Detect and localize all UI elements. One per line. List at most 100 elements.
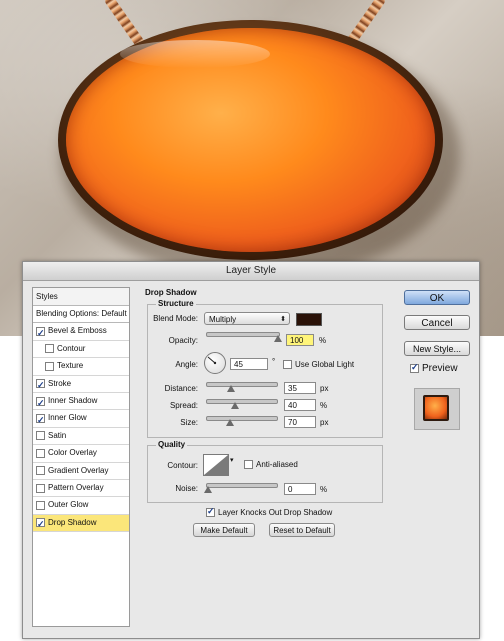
size-field[interactable]: 70: [284, 416, 316, 428]
make-default-button[interactable]: Make Default: [193, 523, 255, 537]
style-item-label: Drop Shadow: [48, 517, 97, 527]
style-item-label: Satin: [48, 430, 67, 440]
style-item-checkbox[interactable]: [45, 344, 54, 354]
contour-label: Contour:: [167, 461, 198, 470]
anti-aliased[interactable]: Anti-aliased: [244, 460, 298, 469]
blend-mode-label: Blend Mode:: [153, 314, 198, 323]
blend-mode-value: Multiply: [209, 315, 237, 324]
style-item-checkbox[interactable]: [36, 431, 45, 441]
style-item-checkbox[interactable]: [36, 325, 45, 341]
spread-slider[interactable]: [206, 399, 278, 404]
style-item-outer-glow[interactable]: Outer Glow: [33, 497, 129, 515]
blending-options-item[interactable]: Blending Options: Default: [33, 306, 129, 324]
chevron-down-icon[interactable]: ▾: [230, 456, 234, 464]
angle-dial[interactable]: [204, 352, 226, 374]
blend-mode-select[interactable]: Multiply ⬍: [204, 312, 290, 325]
style-item-label: Outer Glow: [48, 500, 89, 510]
linear-contour-icon: [204, 455, 228, 475]
preview-checkbox[interactable]: [410, 362, 419, 373]
style-preview-swatch: [423, 395, 449, 421]
angle-field[interactable]: 45: [230, 358, 268, 370]
distance-label: Distance:: [164, 384, 198, 393]
pendant-highlight: [120, 40, 270, 68]
style-item-pattern-overlay[interactable]: Pattern Overlay: [33, 480, 129, 498]
use-global-light[interactable]: Use Global Light: [283, 360, 354, 369]
structure-title: Structure: [156, 299, 196, 308]
ok-button[interactable]: OK: [404, 290, 470, 305]
reset-to-default-button[interactable]: Reset to Default: [269, 523, 335, 537]
structure-group: Structure Blend Mode: Multiply ⬍ Opacity…: [147, 299, 383, 438]
size-slider-thumb[interactable]: [226, 419, 234, 426]
dialog-title[interactable]: Layer Style: [23, 262, 479, 281]
style-item-checkbox[interactable]: [36, 516, 45, 533]
distance-unit: px: [320, 384, 329, 393]
style-item-label: Contour: [57, 343, 86, 353]
spread-field[interactable]: 40: [284, 399, 316, 411]
style-item-checkbox[interactable]: [36, 377, 45, 394]
opacity-field[interactable]: 100: [286, 334, 314, 346]
distance-slider[interactable]: [206, 382, 278, 387]
style-item-gradient-overlay[interactable]: Gradient Overlay: [33, 463, 129, 480]
noise-slider-thumb[interactable]: [204, 486, 212, 493]
style-item-inner-glow[interactable]: Inner Glow: [33, 410, 129, 428]
noise-label: Noise:: [175, 484, 198, 493]
styles-header[interactable]: Styles: [33, 288, 129, 306]
style-preview-thumbnail: [414, 388, 460, 430]
drop-shadow-title: Drop Shadow: [143, 288, 199, 297]
use-global-light-label: Use Global Light: [295, 360, 355, 369]
style-item-color-overlay[interactable]: Color Overlay: [33, 445, 129, 463]
layer-knocks-out-checkbox[interactable]: [206, 506, 215, 517]
style-item-label: Inner Shadow: [48, 395, 98, 405]
style-item-texture[interactable]: Texture: [33, 358, 129, 376]
chevron-updown-icon: ⬍: [280, 316, 286, 323]
style-item-label: Inner Glow: [48, 413, 87, 423]
style-item-label: Color Overlay: [48, 448, 97, 458]
opacity-slider-thumb[interactable]: [274, 335, 282, 342]
anti-aliased-checkbox[interactable]: [244, 460, 253, 469]
spread-label: Spread:: [169, 401, 198, 410]
style-item-stroke[interactable]: Stroke: [33, 376, 129, 394]
style-item-checkbox[interactable]: [36, 395, 45, 411]
styles-list: Styles Blending Options: Default Bevel &…: [32, 287, 130, 627]
quality-group: Quality Contour: ▾ Anti-aliased Noise: 0…: [147, 440, 383, 503]
style-item-bevel-emboss[interactable]: Bevel & Emboss: [33, 323, 129, 341]
style-item-checkbox[interactable]: [36, 448, 45, 458]
preview-label: Preview: [422, 363, 458, 374]
spread-slider-thumb[interactable]: [231, 402, 239, 409]
cancel-button[interactable]: Cancel: [404, 315, 470, 330]
anti-aliased-label: Anti-aliased: [256, 460, 298, 469]
new-style-button[interactable]: New Style...: [404, 341, 470, 356]
style-item-inner-shadow[interactable]: Inner Shadow: [33, 393, 129, 411]
size-label: Size:: [180, 418, 198, 427]
layer-style-dialog: Layer Style Styles Blending Options: Def…: [22, 261, 480, 639]
style-item-checkbox[interactable]: [36, 466, 45, 476]
style-item-contour[interactable]: Contour: [33, 341, 129, 359]
distance-field[interactable]: 35: [284, 382, 316, 394]
opacity-slider[interactable]: [206, 332, 280, 337]
size-unit: px: [320, 418, 329, 427]
opacity-unit: %: [319, 336, 327, 345]
spread-unit: %: [320, 401, 328, 410]
noise-slider[interactable]: [206, 483, 278, 488]
distance-slider-thumb[interactable]: [227, 385, 235, 392]
style-item-checkbox[interactable]: [36, 500, 45, 510]
angle-dial-needle-icon: [207, 356, 217, 365]
style-item-drop-shadow[interactable]: Drop Shadow: [33, 514, 129, 533]
style-item-checkbox[interactable]: [36, 412, 45, 428]
quality-title: Quality: [156, 440, 188, 449]
preview-toggle[interactable]: Preview: [410, 362, 458, 374]
noise-field[interactable]: 0: [284, 483, 316, 495]
opacity-label: Opacity:: [168, 336, 198, 345]
style-item-satin[interactable]: Satin: [33, 428, 129, 446]
style-item-label: Gradient Overlay: [48, 465, 109, 475]
layer-knocks-out[interactable]: Layer Knocks Out Drop Shadow: [206, 506, 332, 517]
size-slider[interactable]: [206, 416, 278, 421]
style-item-label: Pattern Overlay: [48, 482, 104, 492]
use-global-light-checkbox[interactable]: [283, 360, 292, 369]
shadow-color-swatch[interactable]: [296, 313, 322, 326]
style-item-label: Bevel & Emboss: [48, 326, 107, 336]
style-item-checkbox[interactable]: [36, 483, 45, 493]
style-item-checkbox[interactable]: [45, 361, 54, 371]
noise-unit: %: [320, 485, 328, 494]
contour-picker[interactable]: [203, 454, 229, 476]
